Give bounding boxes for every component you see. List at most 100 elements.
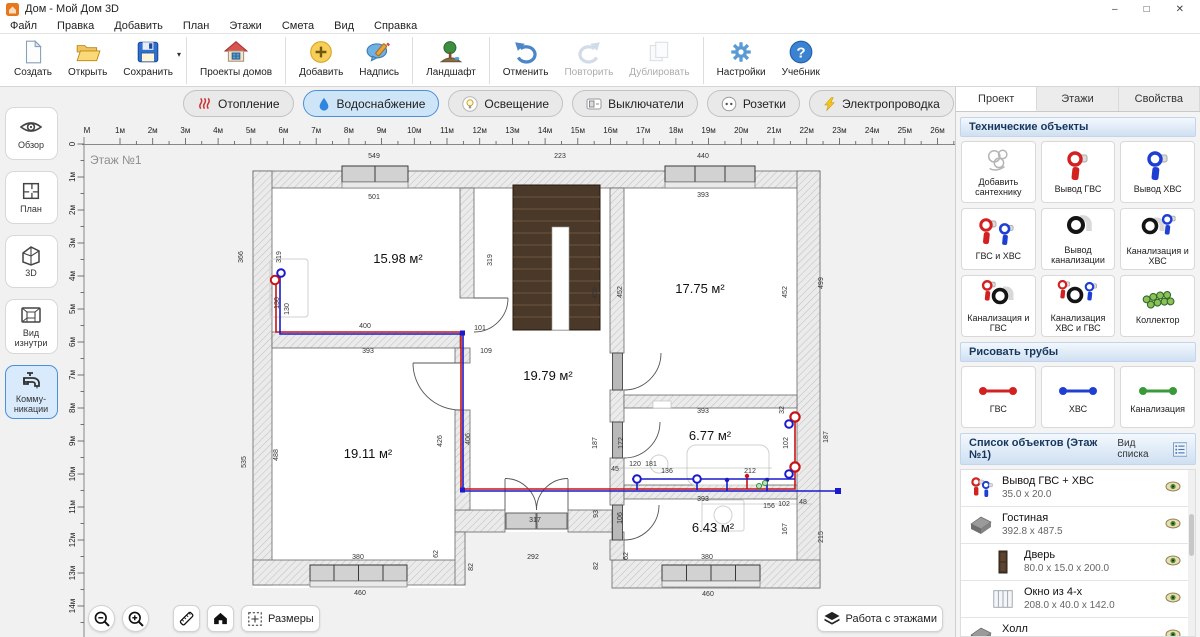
new-document-icon: [20, 39, 46, 65]
open-button[interactable]: Открыть: [60, 36, 115, 79]
visibility-eye-icon[interactable]: [1165, 518, 1181, 529]
maximize-button[interactable]: □: [1144, 4, 1150, 15]
list-view-label[interactable]: Вид списка: [1117, 438, 1167, 460]
menu-floors[interactable]: Этажи: [219, 20, 271, 32]
zoom-out-icon: [93, 610, 111, 628]
stairs[interactable]: [513, 185, 600, 330]
add-sanitary-button[interactable]: Добавить сантехнику: [961, 141, 1036, 203]
sewer-hot-cold-button[interactable]: Канализация ХВС и ГВС: [1041, 275, 1116, 337]
undo-button[interactable]: Отменить: [495, 36, 557, 79]
menu-estimate[interactable]: Смета: [272, 20, 324, 32]
tutorial-button[interactable]: ? Учебник: [774, 36, 828, 79]
redo-button[interactable]: Повторить: [556, 36, 621, 79]
svg-text:535: 535: [241, 456, 248, 468]
save-button[interactable]: Сохранить: [115, 36, 181, 79]
svg-text:62: 62: [433, 550, 440, 558]
menu-add[interactable]: Добавить: [104, 20, 173, 32]
svg-text:3м: 3м: [180, 126, 190, 135]
duplicate-button[interactable]: Дублировать: [621, 36, 697, 79]
sidebar-item-plan[interactable]: План: [5, 171, 58, 224]
svg-text:393: 393: [697, 408, 709, 415]
hot-cold-outlet-button[interactable]: ГВС и ХВС: [961, 208, 1036, 270]
sidebar-item-overview[interactable]: Обзор: [5, 107, 58, 160]
menu-file[interactable]: Файл: [0, 20, 47, 32]
note-button[interactable]: Надпись: [351, 36, 407, 79]
draw-pipes-header: Рисовать трубы: [960, 342, 1196, 362]
ruler-vertical: 01м2м3м4м5м6м7м8м9м10м11м12м13м14м: [68, 141, 84, 622]
svg-text:393: 393: [697, 496, 709, 503]
tab-water-supply[interactable]: Водоснабжение: [303, 90, 440, 117]
svg-text:0: 0: [68, 141, 77, 146]
draw-cold-pipe-button[interactable]: ХВС: [1041, 366, 1116, 428]
svg-text:380: 380: [701, 554, 713, 561]
svg-text:Этаж №1: Этаж №1: [90, 153, 142, 167]
new-button[interactable]: Создать: [6, 36, 60, 79]
svg-text:167: 167: [782, 523, 789, 535]
tab-properties[interactable]: Свойства: [1119, 87, 1200, 111]
save-dropdown-caret[interactable]: ▾: [177, 50, 181, 59]
sewer-outlet-button[interactable]: Вывод канализации: [1041, 208, 1116, 270]
object-list[interactable]: Вывод ГВС + ХВС35.0 x 20.0 Гостиная392.8…: [960, 469, 1196, 637]
menu-plan[interactable]: План: [173, 20, 220, 32]
tab-floors[interactable]: Этажи: [1037, 87, 1118, 111]
svg-text:8м: 8м: [68, 403, 77, 413]
cold-water-outlet-button[interactable]: Вывод ХВС: [1120, 141, 1195, 203]
svg-text:549: 549: [368, 153, 380, 160]
zoom-in-button[interactable]: [122, 605, 149, 632]
floorplan-svg[interactable]: М1м2м3м4м5м6м7м8м9м10м11м12м13м14м15м16м…: [62, 87, 955, 637]
ruler-icon: [177, 609, 196, 628]
svg-text:11м: 11м: [68, 500, 77, 514]
menu-edit[interactable]: Правка: [47, 20, 104, 32]
plan-canvas[interactable]: Отопление Водоснабжение Освещение Выключ…: [62, 87, 955, 637]
tab-wiring[interactable]: Электропроводка: [809, 90, 954, 117]
list-scrollbar[interactable]: [1188, 470, 1195, 636]
tab-heating[interactable]: Отопление: [183, 90, 294, 117]
minimize-button[interactable]: –: [1112, 4, 1118, 15]
svg-text:48: 48: [799, 499, 807, 506]
menu-view[interactable]: Вид: [324, 20, 364, 32]
list-item[interactable]: Вывод ГВС + ХВС35.0 x 20.0: [961, 470, 1195, 507]
svg-text:136: 136: [661, 468, 673, 475]
hot-water-outlet-button[interactable]: Вывод ГВС: [1041, 141, 1116, 203]
tab-project[interactable]: Проект: [956, 87, 1037, 111]
list-view-icon[interactable]: [1173, 442, 1187, 457]
landscape-button[interactable]: Ландшафт: [418, 36, 484, 79]
zoom-out-button[interactable]: [88, 605, 115, 632]
visibility-eye-icon[interactable]: [1165, 629, 1181, 637]
close-button[interactable]: ✕: [1176, 4, 1184, 15]
collector-button[interactable]: Коллектор: [1120, 275, 1195, 337]
list-item[interactable]: Окно из 4-х208.0 x 40.0 x 142.0: [961, 581, 1195, 618]
visibility-eye-icon[interactable]: [1165, 555, 1181, 566]
settings-button[interactable]: Настройки: [709, 36, 774, 79]
svg-text:М: М: [84, 126, 91, 135]
visibility-eye-icon[interactable]: [1165, 592, 1181, 603]
visibility-eye-icon[interactable]: [1165, 481, 1181, 492]
sewer-hot-button[interactable]: Канализация и ГВС: [961, 275, 1036, 337]
floors-work-button[interactable]: Работа с этажами: [817, 605, 944, 632]
tab-lighting[interactable]: Освещение: [448, 90, 563, 117]
scrollbar-thumb[interactable]: [1189, 514, 1194, 556]
menu-help[interactable]: Справка: [364, 20, 427, 32]
home-view-button[interactable]: [207, 605, 234, 632]
landscape-tree-icon: [438, 39, 464, 65]
svg-text:319: 319: [276, 251, 283, 263]
list-item[interactable]: Дверь80.0 x 15.0 x 200.0: [961, 544, 1195, 581]
draw-sewer-pipe-button[interactable]: Канализация: [1120, 366, 1195, 428]
svg-text:102: 102: [778, 501, 790, 508]
house-projects-button[interactable]: Проекты домов: [192, 36, 280, 79]
list-item[interactable]: Гостиная392.8 x 487.5: [961, 507, 1195, 544]
open-folder-icon: [74, 39, 102, 65]
sidebar-item-communications[interactable]: Комму-никации: [5, 365, 58, 420]
list-item[interactable]: Холл316.6 x 739.7: [961, 618, 1195, 637]
sewer-cold-button[interactable]: Канализация и ХВС: [1120, 208, 1195, 270]
collector-icon: [1139, 287, 1177, 313]
tab-switches[interactable]: Выключатели: [572, 90, 698, 117]
measure-button[interactable]: [173, 605, 200, 632]
svg-text:26м: 26м: [930, 126, 944, 135]
dimensions-button[interactable]: Размеры: [241, 605, 320, 632]
sidebar-item-3d[interactable]: 3D: [5, 235, 58, 288]
sidebar-item-interior[interactable]: Вид изнутри: [5, 299, 58, 354]
draw-hot-pipe-button[interactable]: ГВС: [961, 366, 1036, 428]
tab-sockets[interactable]: Розетки: [707, 90, 800, 117]
add-button[interactable]: Добавить: [291, 36, 351, 79]
